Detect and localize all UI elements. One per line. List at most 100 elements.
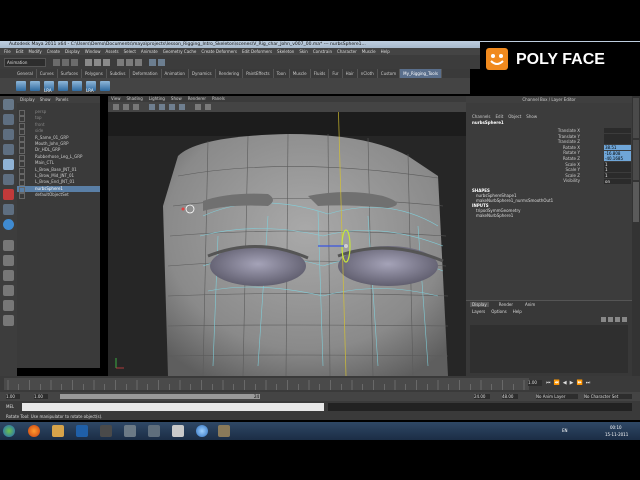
command-language-label[interactable]: MEL <box>6 404 14 409</box>
app-icon[interactable] <box>100 425 112 437</box>
menu-help[interactable]: Help <box>381 48 390 55</box>
menu-muscle[interactable]: Muscle <box>362 48 376 55</box>
ipr-render-icon[interactable] <box>158 58 165 66</box>
shelf-tab-polygons[interactable]: Polygons <box>82 69 107 78</box>
shelf-icon[interactable] <box>70 78 84 94</box>
snap-grid-icon[interactable] <box>117 58 124 66</box>
attribute-editor-tab[interactable] <box>633 98 639 138</box>
menu-constrain[interactable]: Constrain <box>313 48 332 55</box>
go-end-icon[interactable]: ⏭ <box>586 380 591 386</box>
textured-icon[interactable] <box>169 104 175 110</box>
shelf-tab-my-rigging-tools[interactable]: My_Rigging_Tools <box>400 69 442 78</box>
tool-settings-tab[interactable] <box>633 140 639 180</box>
layer-tab-anim[interactable]: Anim <box>523 302 537 307</box>
shelf-tab-surfaces[interactable]: Surfaces <box>58 69 82 78</box>
channel-menu-show[interactable]: Show <box>526 114 537 119</box>
layer-menu-layers[interactable]: Layers <box>472 309 485 314</box>
current-frame-field[interactable]: 1.00 <box>528 380 542 386</box>
render-icon[interactable] <box>149 58 156 66</box>
time-slider[interactable]: 1.00 ⏮ ⏪ ◀ ▶ ⏩ ⏭ <box>0 376 640 392</box>
play-back-icon[interactable]: ◀ <box>563 380 567 386</box>
menu-edit-deformers[interactable]: Edit Deformers <box>242 48 272 55</box>
move-tool-icon[interactable] <box>3 144 14 155</box>
menu-modify[interactable]: Modify <box>28 48 41 55</box>
menu-window[interactable]: Window <box>85 48 101 55</box>
outliner-menu-display[interactable]: Display <box>20 97 35 102</box>
select-component-icon[interactable] <box>103 58 110 66</box>
character-set-select[interactable]: No Character Set <box>584 394 632 399</box>
new-layer-selected-icon[interactable] <box>622 317 627 322</box>
shelf-tab-general[interactable]: General <box>14 69 37 78</box>
xray-icon[interactable] <box>205 104 211 110</box>
menu-edit[interactable]: Edit <box>16 48 24 55</box>
anim-layer-select[interactable]: No Anim Layer <box>536 394 578 399</box>
select-hierarchy-icon[interactable] <box>85 58 92 66</box>
maya-window-icon[interactable] <box>148 425 160 437</box>
lights-icon[interactable] <box>179 104 185 110</box>
channel-menu-edit[interactable]: Edit <box>496 114 504 119</box>
attribute-value[interactable]: 38.51 <box>604 145 631 151</box>
attribute-value[interactable]: on <box>604 178 631 184</box>
attribute-value[interactable]: 1 <box>604 161 631 167</box>
shelf-tab-toon[interactable]: Toon <box>274 69 290 78</box>
start-button-icon[interactable] <box>3 425 15 437</box>
shelf-tab-rendering[interactable]: Rendering <box>216 69 244 78</box>
end-time-field[interactable]: 48.00 <box>502 394 518 399</box>
layout-outliner-icon[interactable] <box>3 270 14 281</box>
command-input[interactable] <box>22 403 324 411</box>
open-scene-icon[interactable] <box>62 58 69 66</box>
new-scene-icon[interactable] <box>53 58 60 66</box>
layer-up-icon[interactable] <box>601 317 606 322</box>
go-start-icon[interactable]: ⏮ <box>546 380 551 386</box>
shelf-tab-custom[interactable]: Custom <box>378 69 401 78</box>
smooth-shade-icon[interactable] <box>159 104 165 110</box>
play-forward-icon[interactable]: ▶ <box>570 380 574 386</box>
menu-create[interactable]: Create <box>47 48 60 55</box>
camera-select-icon[interactable] <box>113 104 119 110</box>
shelf-tab-ncloth[interactable]: nCloth <box>358 69 378 78</box>
paint-icon[interactable] <box>52 425 64 437</box>
browser-icon[interactable] <box>196 425 208 437</box>
menu-file[interactable]: File <box>4 48 11 55</box>
menu-display[interactable]: Display <box>65 48 80 55</box>
layer-menu-options[interactable]: Options <box>491 309 506 314</box>
shelf-tab-painteffects[interactable]: PaintEffects <box>243 69 274 78</box>
shelf-tab-deformation[interactable]: Deformation <box>130 69 162 78</box>
clock-date[interactable]: 15-11-2011 <box>605 432 628 437</box>
range-bar[interactable] <box>60 394 260 399</box>
layer-menu-help[interactable]: Help <box>513 309 522 314</box>
shelf-tab-curves[interactable]: Curves <box>37 69 58 78</box>
menu-create-deformers[interactable]: Create Deformers <box>201 48 237 55</box>
channel-menu-object[interactable]: Object <box>508 114 521 119</box>
photoshop-icon[interactable] <box>76 425 88 437</box>
shelf-tab-muscle[interactable]: Muscle <box>290 69 311 78</box>
wireframe-icon[interactable] <box>149 104 155 110</box>
shelf-icon[interactable] <box>28 78 42 94</box>
mode-selector[interactable]: Animation <box>4 57 46 67</box>
shelf-icon[interactable] <box>14 78 28 94</box>
step-back-icon[interactable]: ⏪ <box>554 380 560 386</box>
camera-attrs-icon[interactable] <box>123 104 129 110</box>
maya-icon[interactable] <box>124 425 136 437</box>
attribute-value[interactable]: 1 <box>604 167 631 173</box>
layer-tab-display[interactable]: Display <box>470 302 489 307</box>
step-forward-icon[interactable]: ⏩ <box>576 380 582 386</box>
layout-single-icon[interactable] <box>3 240 14 251</box>
explorer-icon[interactable] <box>172 425 184 437</box>
shelf-icon[interactable] <box>56 78 70 94</box>
shelf-tab-subdivs[interactable]: Subdivs <box>107 69 130 78</box>
layer-list[interactable] <box>470 325 628 373</box>
isolate-select-icon[interactable] <box>195 104 201 110</box>
menu-character[interactable]: Character <box>337 48 357 55</box>
playback-end-field[interactable]: 24.00 <box>474 394 490 399</box>
shelf-tab-dynamics[interactable]: Dynamics <box>189 69 216 78</box>
playback-start-field[interactable]: 1.00 <box>34 394 48 399</box>
menu-animate[interactable]: Animate <box>141 48 158 55</box>
tool-icon[interactable] <box>218 425 230 437</box>
last-tool-icon[interactable] <box>3 204 14 215</box>
layout-hypershade-icon[interactable] <box>3 300 14 311</box>
shelf-tab-fluids[interactable]: Fluids <box>311 69 330 78</box>
menu-skeleton[interactable]: Skeleton <box>277 48 294 55</box>
outliner-expand-icon[interactable] <box>19 193 25 200</box>
attribute-value[interactable]: 1 <box>604 173 631 179</box>
